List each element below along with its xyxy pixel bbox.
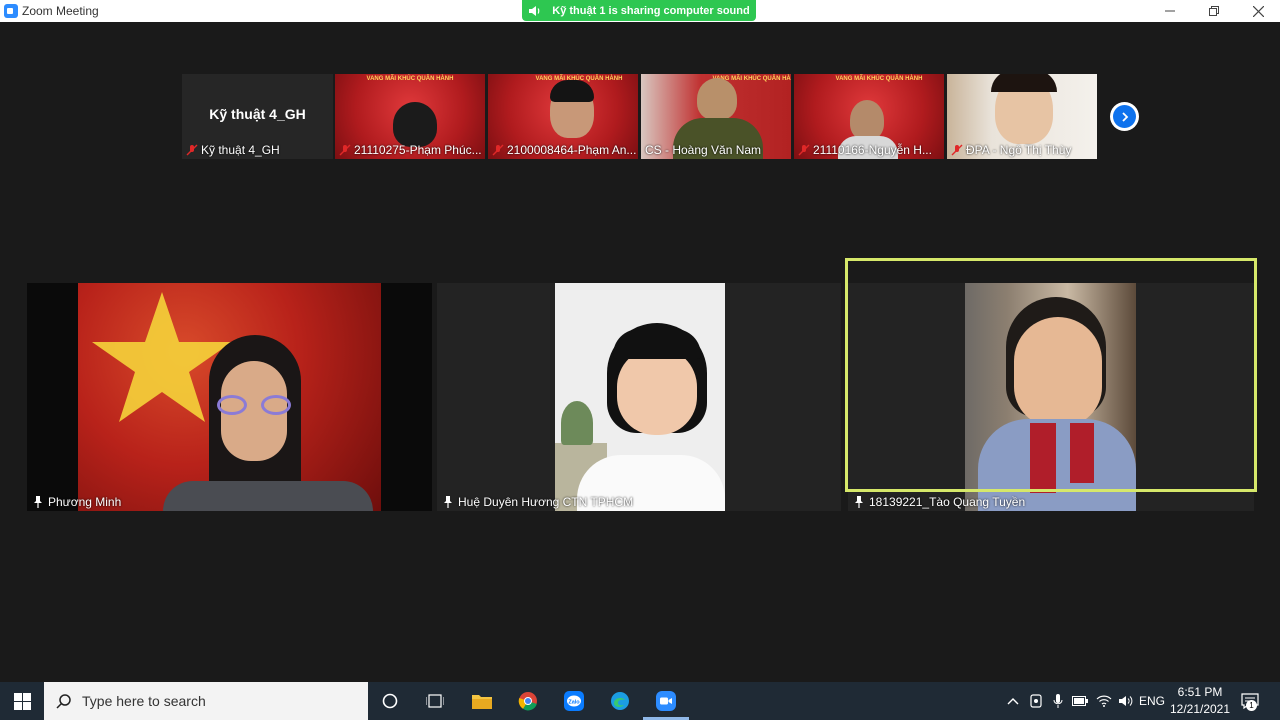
- banner-text: VANG MÃI KHÚC QUÂN HÀNH: [366, 76, 454, 82]
- strip-tile-host[interactable]: Kỹ thuật 4_GH Kỹ thuật 4_GH: [182, 74, 333, 159]
- start-button[interactable]: [0, 682, 44, 720]
- mic-off-icon: [798, 144, 810, 156]
- minimize-button[interactable]: [1148, 0, 1192, 22]
- file-explorer-button[interactable]: [459, 682, 505, 720]
- meeting-stage: Kỹ thuật 4_GH Kỹ thuật 4_GH VANG MÃI KHÚ…: [0, 22, 1280, 682]
- participant-label: ĐPA - Ngô Thị Thùy: [947, 141, 1097, 159]
- mic-off-icon: [186, 144, 198, 156]
- battery-icon: [1072, 696, 1088, 706]
- mic-off-icon: [492, 144, 504, 156]
- chrome-button[interactable]: [505, 682, 551, 720]
- edge-button[interactable]: [597, 682, 643, 720]
- restore-icon: [1209, 6, 1219, 16]
- taskbar-clock[interactable]: 6:51 PM 12/21/2021: [1168, 684, 1232, 718]
- next-page-button[interactable]: [1110, 102, 1139, 131]
- banner-text: VANG MÃI KHÚC QUÂN HÀNH: [835, 76, 923, 82]
- pin-icon: [444, 496, 452, 508]
- window-title: Zoom Meeting: [22, 4, 99, 18]
- mic-off-icon: [951, 144, 963, 156]
- tray-volume-button[interactable]: [1116, 682, 1136, 720]
- notification-count-badge: 1: [1246, 700, 1257, 711]
- participant-label: CS - Hoàng Văn Nam: [645, 143, 762, 157]
- participant-label: 21110166-Nguyễn H...: [794, 141, 944, 159]
- pin-icon: [34, 496, 42, 508]
- task-view-icon: [426, 694, 444, 708]
- search-input[interactable]: [82, 693, 332, 709]
- close-icon: [1252, 5, 1264, 17]
- svg-text:Zalo: Zalo: [568, 700, 580, 706]
- edge-icon: [611, 692, 629, 710]
- share-banner-text: Kỹ thuật 1 is sharing computer sound: [552, 4, 750, 17]
- tray-microphone-button[interactable]: [1048, 682, 1068, 720]
- clock-date: 12/21/2021: [1169, 702, 1231, 716]
- task-view-button[interactable]: [412, 682, 458, 720]
- participant-video: [850, 100, 884, 140]
- sharing-sound-banner[interactable]: Kỹ thuật 1 is sharing computer sound: [522, 0, 756, 21]
- participant-label: 2100008464-Phạm An...: [488, 141, 638, 159]
- windows-taskbar: Zalo ENG 6:51 PM 12/21/2021 1: [0, 682, 1280, 720]
- zoom-taskbar-button[interactable]: [643, 682, 689, 720]
- windows-icon: [13, 692, 31, 710]
- participant-label: Phương Minh: [33, 495, 121, 509]
- clock-time: 6:51 PM: [1177, 685, 1223, 699]
- strip-tile-participant[interactable]: VANG MÃI KHÚC QUÂN HÀNH CS - Hoàng Văn N…: [641, 74, 791, 159]
- folder-icon: [472, 695, 492, 709]
- wifi-icon: [1096, 695, 1112, 707]
- gallery-tile-participant[interactable]: Phương Minh: [27, 283, 432, 511]
- search-icon: [56, 694, 71, 709]
- chrome-icon: [518, 692, 537, 711]
- participant-label: 18139221_Tào Quang Tuyền: [854, 495, 1025, 509]
- chevron-right-icon: [1121, 111, 1128, 122]
- participant-label: Huệ Duyên Hương CTN TPHCM: [443, 495, 633, 509]
- tray-wifi-button[interactable]: [1094, 682, 1114, 720]
- strip-tile-participant[interactable]: VANG MÃI KHÚC QUÂN HÀNH 21110166-Nguyễn …: [794, 74, 944, 159]
- zalo-icon: Zalo: [564, 691, 584, 711]
- volume-icon: [1119, 696, 1133, 706]
- host-tile-name: Kỹ thuật 4_GH: [209, 106, 306, 122]
- participant-label: Kỹ thuật 4_GH: [182, 141, 333, 159]
- zoom-app-icon: [4, 4, 18, 18]
- zalo-button[interactable]: Zalo: [551, 682, 597, 720]
- minimize-icon: [1165, 10, 1175, 12]
- device-icon: [1030, 694, 1042, 708]
- speaker-icon: [528, 5, 542, 17]
- cortana-icon: [382, 693, 398, 709]
- participant-label: 21110275-Phạm Phúc...: [335, 141, 485, 159]
- participant-video: [697, 78, 737, 120]
- strip-tile-participant[interactable]: ĐPA - Ngô Thị Thùy: [947, 74, 1097, 159]
- gallery-tile-active-speaker[interactable]: 18139221_Tào Quang Tuyền: [848, 283, 1254, 511]
- strip-tile-participant[interactable]: VANG MÃI KHÚC QUÂN HÀNH 21110275-Phạm Ph…: [335, 74, 485, 159]
- restore-button[interactable]: [1192, 0, 1236, 22]
- tray-battery-button[interactable]: [1070, 682, 1090, 720]
- tray-device-button[interactable]: [1026, 682, 1046, 720]
- close-button[interactable]: [1236, 0, 1280, 22]
- zoom-icon: [656, 691, 676, 711]
- chevron-up-icon: [1007, 698, 1019, 705]
- cortana-button[interactable]: [367, 682, 413, 720]
- pin-icon: [855, 496, 863, 508]
- gallery-tile-participant[interactable]: Huệ Duyên Hương CTN TPHCM: [437, 283, 841, 511]
- mic-off-icon: [339, 144, 351, 156]
- tray-language[interactable]: ENG: [1138, 682, 1166, 720]
- microphone-icon: [1053, 694, 1063, 708]
- strip-tile-participant[interactable]: VANG MÃI KHÚC QUÂN HÀNH 2100008464-Phạm …: [488, 74, 638, 159]
- taskbar-search[interactable]: [44, 682, 368, 720]
- tray-overflow-button[interactable]: [1004, 682, 1022, 720]
